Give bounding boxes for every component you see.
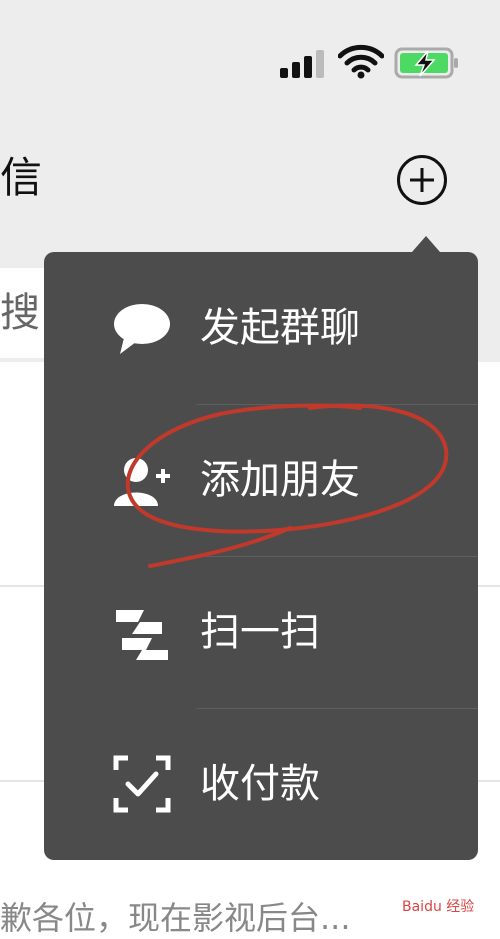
menu-item-label: 发起群聊 (200, 305, 360, 351)
chat-preview-text[interactable]: 歉各位，现在影视后台... (0, 893, 351, 939)
payment-icon (113, 755, 171, 813)
battery-charging-icon (394, 47, 458, 79)
menu-item-label: 收付款 (200, 761, 320, 807)
add-menu-button[interactable] (397, 155, 447, 205)
cellular-signal-icon (280, 48, 326, 78)
menu-item-label: 添加朋友 (200, 457, 360, 503)
menu-item-scan[interactable]: 扫一扫 (44, 556, 478, 708)
menu-caret (412, 236, 440, 252)
menu-item-add-friend[interactable]: 添加朋友 (44, 404, 478, 556)
watermark: Baidu 经验 (398, 894, 479, 918)
chat-bubble-icon (114, 304, 170, 354)
page-title: 信 (0, 153, 43, 202)
status-bar (0, 0, 500, 120)
scan-icon (116, 610, 168, 660)
menu-item-group-chat[interactable]: 发起群聊 (44, 252, 478, 404)
add-friend-icon (114, 458, 170, 506)
wifi-icon (338, 44, 384, 79)
menu-item-label: 扫一扫 (200, 609, 320, 655)
menu-item-payment[interactable]: 收付款 (44, 708, 478, 860)
add-popup-menu: 发起群聊 添加朋友 扫一扫 收付款 (44, 252, 478, 860)
